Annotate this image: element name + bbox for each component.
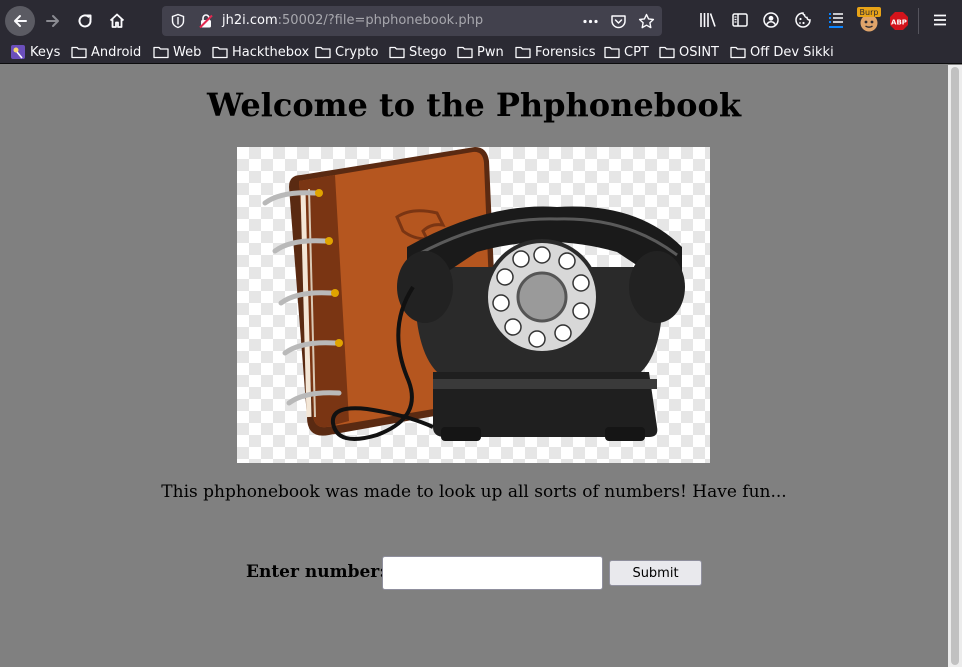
arrow-left-icon xyxy=(14,15,27,27)
bookmark-keys[interactable]: Keys xyxy=(10,43,60,61)
folder-icon xyxy=(457,46,473,59)
burp-extension-icon[interactable]: Burp xyxy=(856,7,882,33)
bookmark-cpt[interactable]: CPT xyxy=(604,43,649,61)
keys-favicon-icon xyxy=(11,45,25,59)
home-icon xyxy=(109,13,125,28)
web-page: Welcome to the Phphonebook This phphoneb… xyxy=(0,65,948,667)
forward-button[interactable] xyxy=(38,6,68,36)
burp-badge-text: Burp xyxy=(860,8,879,17)
cookie-icon[interactable] xyxy=(794,11,812,29)
bookmarks-toolbar: Keys Android Web Hackthebox Crypto Stego Pwn Fo… xyxy=(0,40,962,64)
reload-button[interactable] xyxy=(70,6,100,36)
back-button[interactable] xyxy=(5,6,35,36)
bookmark-label: Hackthebox xyxy=(232,44,310,60)
bookmark-label: Forensics xyxy=(535,44,596,60)
folder-icon xyxy=(315,46,331,59)
bookmark-web[interactable]: Web xyxy=(153,43,201,61)
bookmark-label: Pwn xyxy=(477,44,504,60)
bookmark-label: Keys xyxy=(30,44,61,60)
toolbar-separator xyxy=(918,8,919,34)
bookmark-label: Web xyxy=(173,44,202,60)
bookmark-label: Android xyxy=(91,44,142,60)
bookmark-off-dev-sikki[interactable]: Off Dev Sikki xyxy=(730,43,834,61)
url-text[interactable]: jh2i.com:50002/?file=phphonebook.php xyxy=(222,13,483,28)
bookmark-crypto[interactable]: Crypto xyxy=(315,43,378,61)
library-icon[interactable] xyxy=(699,11,717,29)
sidebar-icon[interactable] xyxy=(731,11,749,29)
bookmark-pwn[interactable]: Pwn xyxy=(457,43,504,61)
number-input[interactable] xyxy=(382,556,603,590)
bookmark-label: Off Dev Sikki xyxy=(750,44,834,60)
submit-button[interactable]: Submit xyxy=(609,560,702,586)
insecure-lock-icon[interactable] xyxy=(198,13,214,29)
folder-icon xyxy=(515,46,531,59)
address-bar[interactable]: jh2i.com:50002/?file=phphonebook.php xyxy=(162,6,662,36)
bookmark-stego[interactable]: Stego xyxy=(389,43,447,61)
bookmark-label: CPT xyxy=(624,44,649,60)
arrow-right-icon xyxy=(46,15,59,27)
page-actions-icon[interactable] xyxy=(582,13,599,30)
folder-icon xyxy=(212,46,228,59)
folder-icon xyxy=(153,46,169,59)
bookmark-hackthebox[interactable]: Hackthebox xyxy=(212,43,309,61)
tracking-shield-icon[interactable] xyxy=(170,13,186,29)
bookmark-android[interactable]: Android xyxy=(71,43,141,61)
home-button[interactable] xyxy=(102,6,132,36)
page-title: Welcome to the Phphonebook xyxy=(206,86,741,124)
abp-badge-text: ABP xyxy=(891,18,907,26)
folder-icon xyxy=(71,46,87,59)
phonebook-telephone-image xyxy=(237,147,710,463)
bookmark-forensics[interactable]: Forensics xyxy=(515,43,596,61)
hamburger-menu-icon[interactable] xyxy=(931,11,949,29)
list-extension-icon[interactable] xyxy=(827,11,845,29)
url-host: jh2i.com xyxy=(222,13,278,28)
pocket-icon[interactable] xyxy=(610,13,627,30)
bookmark-osint[interactable]: OSINT xyxy=(659,43,719,61)
bookmark-label: Stego xyxy=(409,44,447,60)
bookmark-star-icon[interactable] xyxy=(638,13,655,30)
bookmark-label: OSINT xyxy=(679,44,719,60)
intro-text: This phphonebook was made to look up all… xyxy=(161,482,787,502)
folder-icon xyxy=(730,46,746,59)
browser-toolbar: jh2i.com:50002/?file=phphonebook.php Bur… xyxy=(0,0,962,40)
folder-icon xyxy=(659,46,675,59)
number-label: Enter number: xyxy=(246,562,386,582)
reload-icon xyxy=(78,14,92,28)
account-icon[interactable] xyxy=(762,11,780,29)
folder-icon xyxy=(389,46,405,59)
scrollbar-thumb[interactable] xyxy=(951,67,959,665)
bookmark-label: Crypto xyxy=(335,44,379,60)
page-scrollbar[interactable] xyxy=(948,65,962,667)
adblock-plus-icon[interactable]: ABP xyxy=(889,11,909,31)
url-path: :50002/?file=phphonebook.php xyxy=(277,13,484,28)
folder-icon xyxy=(604,46,620,59)
